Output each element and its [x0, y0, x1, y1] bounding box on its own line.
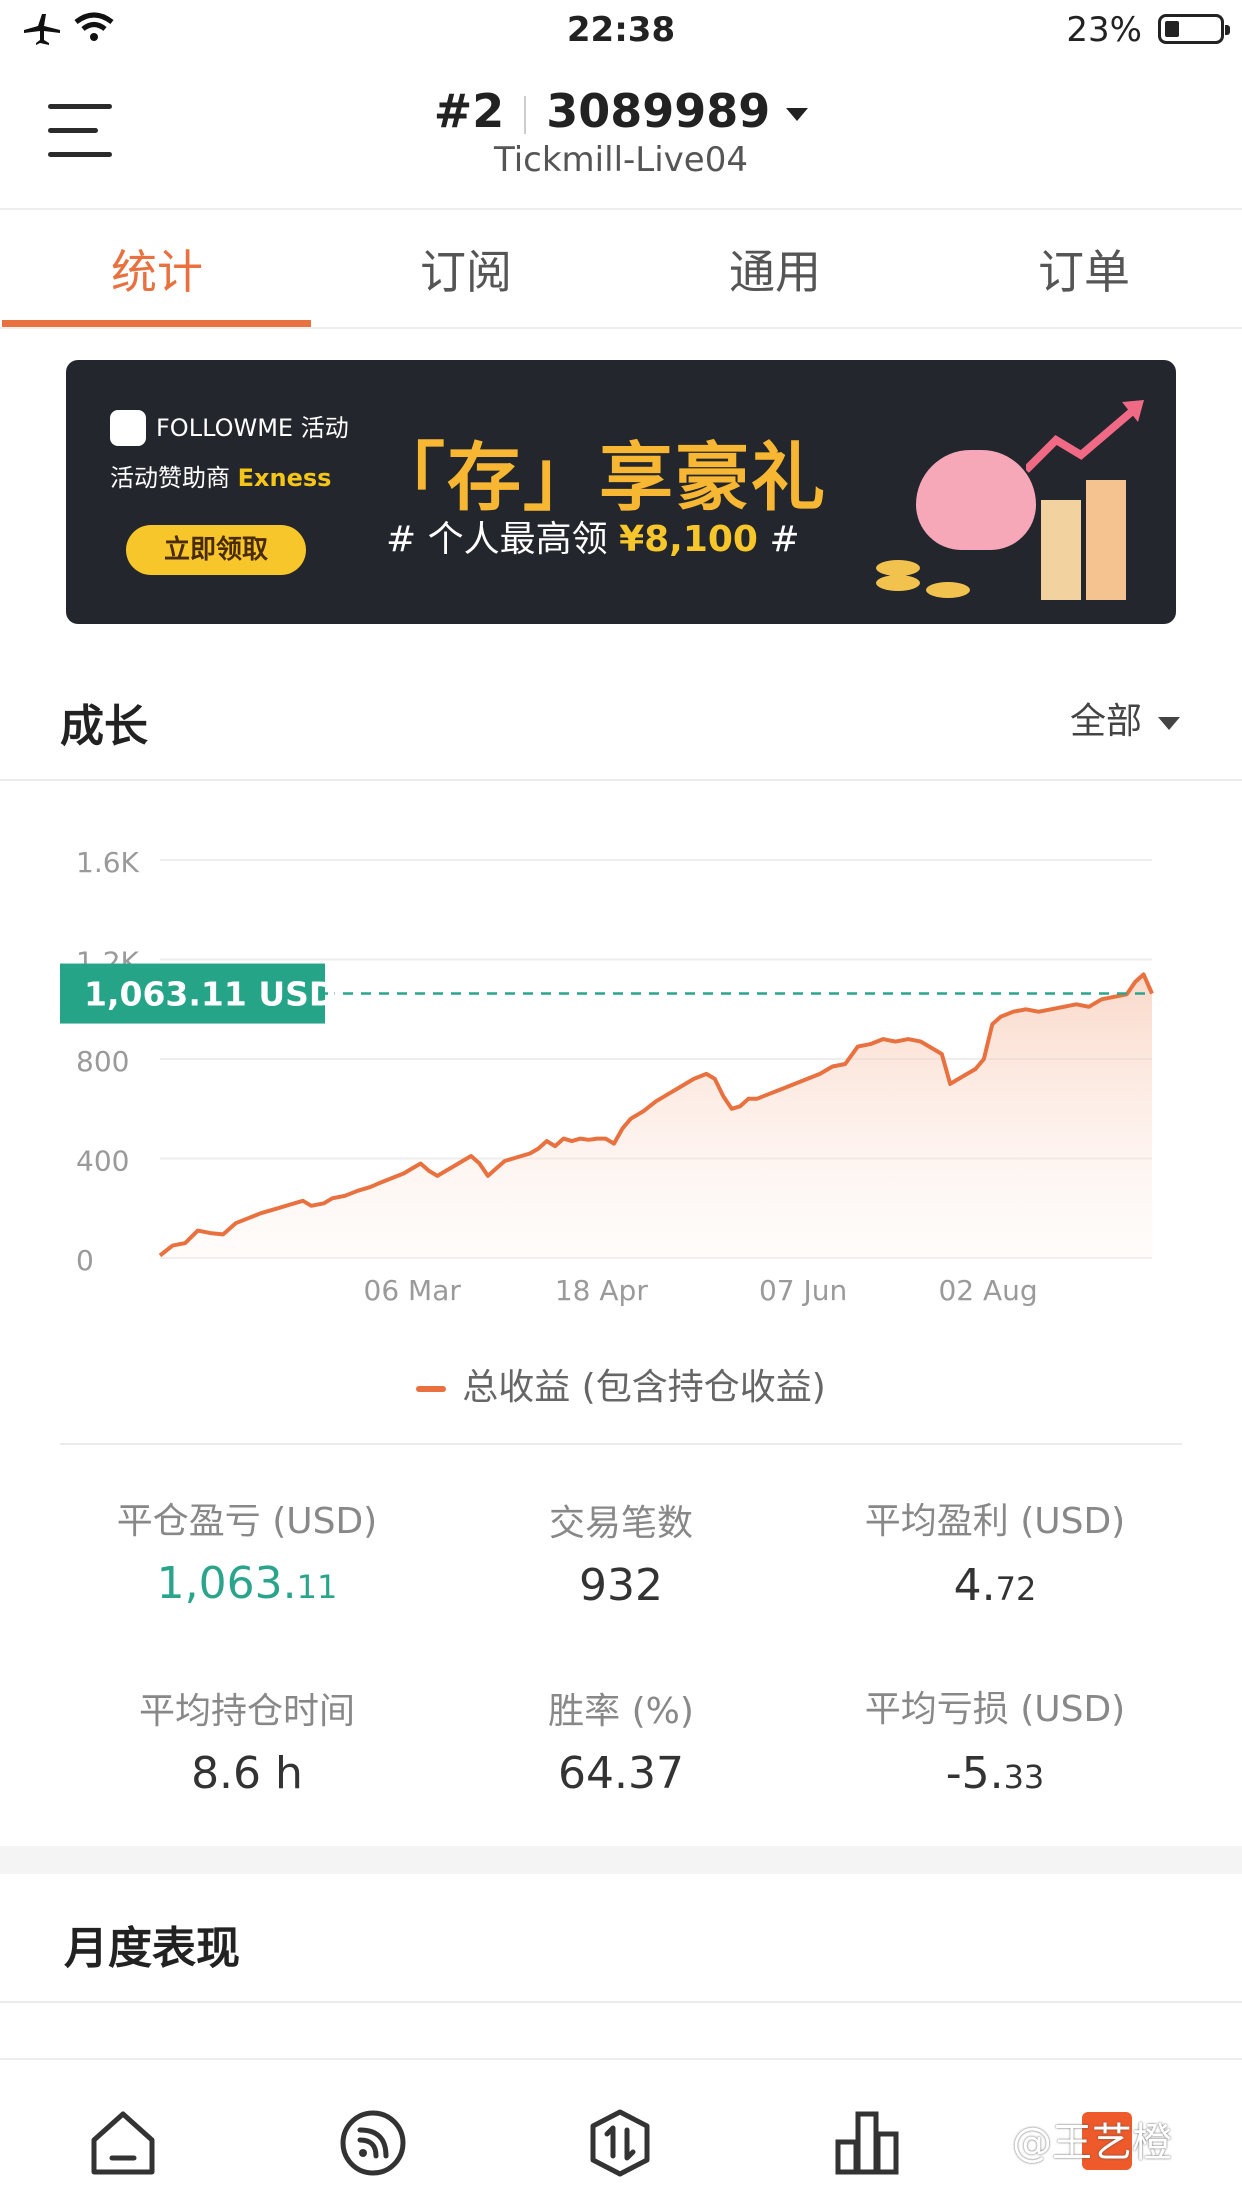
divider [0, 779, 1242, 781]
tab-orders[interactable]: 订单 [929, 236, 1239, 302]
x-tick-label: 07 Jun [759, 1274, 847, 1307]
section-separator [0, 1846, 1242, 1874]
followme-logo-icon [110, 410, 146, 446]
promo-banner[interactable]: FOLLOWME 活动 活动赞助商 Exness 立即领取 「存」享豪礼 # 个… [66, 360, 1176, 624]
piggy-bank-icon [916, 450, 1036, 550]
claim-button[interactable]: 立即领取 [126, 525, 306, 575]
banner-brand: FOLLOWME 活动 [156, 414, 349, 442]
stat-label-avg-loss: 平均亏损 (USD) [864, 1689, 1126, 1730]
home-icon[interactable] [88, 2108, 158, 2178]
range-filter[interactable]: 全部 [1070, 692, 1180, 744]
account-number: #2 [433, 84, 505, 138]
x-tick-label: 06 Mar [364, 1274, 462, 1307]
divider [0, 2058, 1242, 2060]
chart-legend[interactable]: 总收益 (包含持仓收益) [0, 1358, 1242, 1410]
growth-title: 成长 [60, 701, 148, 752]
stat-label-win-rate: 胜率 (%) [548, 1691, 694, 1732]
account-id: 3089989 [546, 84, 771, 138]
decor-bar [1041, 500, 1081, 600]
stat-value-avg-loss: -5.33 [945, 1748, 1045, 1799]
x-tick-label: 18 Apr [555, 1274, 648, 1307]
tab-indicator [2, 320, 311, 327]
watermark-text: @王艺橙 [1012, 2120, 1172, 2166]
battery-percent: 23% [1066, 10, 1142, 50]
stat-value-win-rate: 64.37 [558, 1748, 684, 1799]
stat-value-closed-pnl: 1,063.11 [156, 1558, 338, 1609]
banner-title: 「存」享豪礼 [371, 435, 827, 521]
trade-icon[interactable] [585, 2108, 655, 2178]
tab-subscribe[interactable]: 订阅 [311, 236, 621, 302]
current-value-label: 1,063.11 USD [84, 975, 336, 1014]
tab-general[interactable]: 通用 [620, 236, 930, 302]
chevron-down-icon [786, 108, 809, 121]
stat-value-avg-hold-time: 8.6 h [191, 1748, 303, 1799]
y-tick-label: 800 [76, 1045, 129, 1078]
status-time: 22:38 [566, 10, 676, 50]
battery-icon [1158, 14, 1230, 44]
status-bar: 22:38 23% [0, 0, 1242, 62]
y-tick-label: 0 [76, 1244, 94, 1277]
banner-sponsor: 活动赞助商 Exness [110, 464, 332, 492]
divider [0, 327, 1242, 329]
coin-icon [876, 560, 920, 576]
monthly-title: 月度表现 [64, 1923, 240, 1974]
growth-chart: 04008001.2K1.6K 06 Mar 18 Apr 07 Jun 02 Aug… [60, 846, 1154, 1307]
coin-icon [876, 575, 920, 591]
tab-statistics[interactable]: 统计 [2, 236, 312, 302]
divider [0, 2001, 1242, 2003]
decor-bar [1086, 480, 1126, 600]
banner-subtitle: # 个人最高领 ¥8,100 # [386, 519, 800, 560]
growth-arrow-icon [1026, 400, 1144, 473]
coin-icon [926, 582, 970, 598]
y-tick-label: 1.6K [76, 846, 140, 879]
account-selector[interactable]: #2 3089989 [0, 84, 1242, 138]
divider [0, 208, 1242, 210]
rank-icon[interactable] [832, 2108, 902, 2178]
y-tick-label: 400 [76, 1145, 129, 1178]
x-tick-label: 02 Aug [938, 1274, 1037, 1307]
server-name: Tickmill-Live04 [494, 140, 748, 180]
stat-label-avg-profit: 平均盈利 (USD) [864, 1501, 1126, 1542]
legend-swatch [416, 1386, 447, 1392]
feed-icon[interactable] [338, 2108, 408, 2178]
stat-label-closed-pnl: 平仓盈亏 (USD) [116, 1501, 378, 1542]
stat-value-trade-count: 932 [579, 1560, 663, 1611]
chevron-down-icon [1158, 716, 1180, 730]
stat-label-trade-count: 交易笔数 [548, 1503, 693, 1544]
divider [60, 1443, 1182, 1445]
stat-label-avg-hold-time: 平均持仓时间 [138, 1691, 355, 1732]
stat-value-avg-profit: 4.72 [953, 1560, 1037, 1611]
